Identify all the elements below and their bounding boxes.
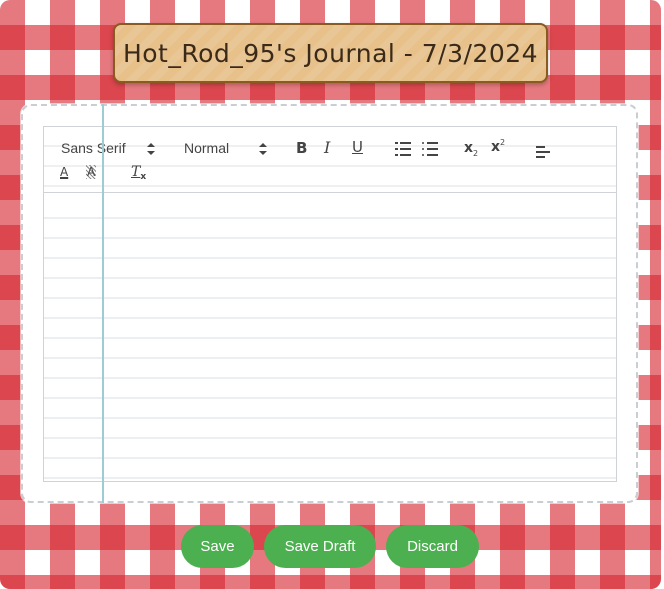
clear-format-base: T [131, 164, 141, 180]
journal-title: Hot_Rod_95's Journal - 7/3/2024 [122, 38, 539, 68]
bold-icon: B [296, 139, 308, 157]
save-draft-button[interactable]: Save Draft [264, 525, 376, 568]
subscript-icon: x2 [464, 140, 478, 158]
font-family-chevron-icon [147, 143, 155, 155]
italic-icon: I [324, 138, 331, 157]
underline-button[interactable]: U [352, 138, 363, 156]
subscript-button[interactable]: x2 [464, 140, 478, 158]
clear-format-mark: x [140, 172, 147, 182]
clear-format-button[interactable]: Tx [131, 164, 146, 182]
background-color-button[interactable]: A [86, 165, 97, 179]
italic-button[interactable]: I [324, 138, 330, 157]
subscript-mark: 2 [473, 149, 479, 158]
superscript-mark: 2 [500, 138, 506, 147]
align-icon[interactable] [536, 146, 550, 158]
background-color-icon: A [86, 165, 97, 179]
superscript-button[interactable]: x2 [491, 138, 505, 155]
superscript-icon: x2 [491, 138, 505, 155]
ordered-list-icon[interactable] [395, 142, 411, 156]
notebook-margin-line [102, 104, 104, 503]
text-color-button[interactable]: A [60, 165, 68, 179]
clear-format-icon: Tx [131, 164, 146, 182]
font-family-picker[interactable]: Sans Serif [61, 140, 126, 156]
text-color-icon: A [60, 165, 69, 179]
bullet-list-icon[interactable] [422, 142, 438, 156]
underline-icon: U [352, 138, 363, 156]
save-button[interactable]: Save [181, 525, 254, 568]
font-size-chevron-icon [259, 143, 267, 155]
journal-title-card: Hot_Rod_95's Journal - 7/3/2024 [113, 23, 548, 83]
rich-text-editor: Sans Serif Normal B I U x2 x2 A A Tx [43, 126, 617, 482]
font-size-picker[interactable]: Normal [184, 140, 229, 156]
font-size-value: Normal [184, 140, 230, 156]
editor-toolbar: Sans Serif Normal B I U x2 x2 A A Tx [44, 127, 616, 193]
discard-button[interactable]: Discard [386, 525, 479, 568]
superscript-base: x [491, 139, 501, 155]
font-family-value: Sans Serif [61, 140, 126, 156]
editor-content-area[interactable] [44, 193, 616, 481]
subscript-base: x [464, 140, 474, 156]
bold-button[interactable]: B [296, 139, 307, 157]
